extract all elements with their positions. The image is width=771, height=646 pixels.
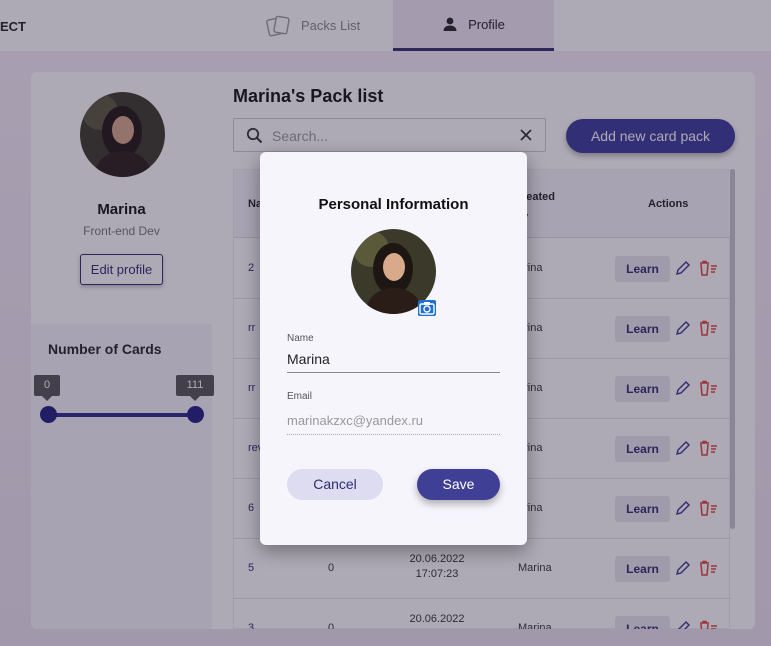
camera-icon[interactable]	[418, 300, 436, 316]
name-field-underline	[287, 372, 500, 373]
name-field-label: Name	[287, 333, 314, 344]
modal-title: Personal Information	[318, 196, 469, 213]
save-button[interactable]: Save	[417, 469, 500, 500]
personal-information-modal: Personal Information Name Marina Email m…	[260, 152, 527, 545]
email-field-label: Email	[287, 391, 313, 402]
email-field-underline	[287, 434, 500, 435]
email-field: marinakzxc@yandex.ru	[287, 413, 424, 428]
name-field[interactable]: Marina	[287, 351, 500, 367]
cancel-button[interactable]: Cancel	[287, 469, 383, 500]
